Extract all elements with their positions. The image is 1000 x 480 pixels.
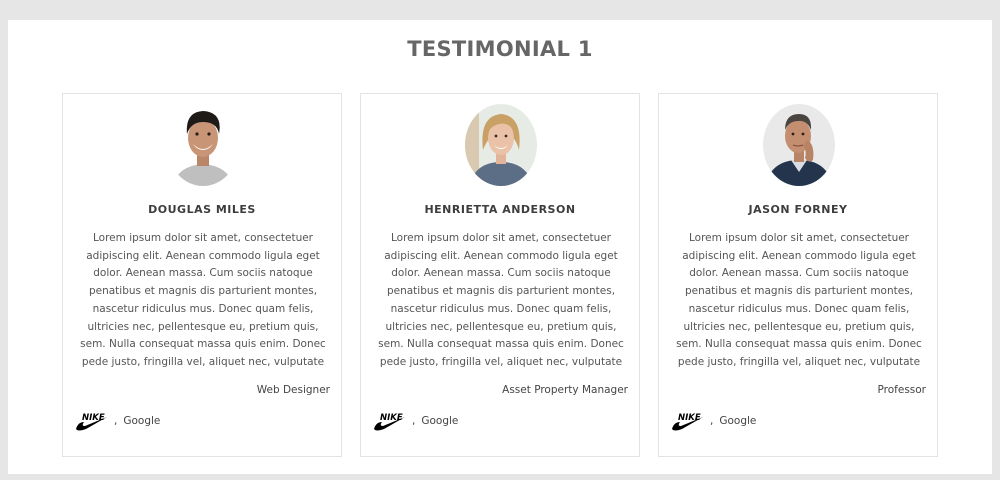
company-name: Google (123, 415, 161, 427)
testimonials-panel: TESTIMONIAL 1 DOUGLAS MILES Lorem ipsum … (8, 20, 992, 474)
testimonial-card-henrietta-anderson: HENRIETTA ANDERSON Lorem ipsum dolor sit… (360, 93, 640, 457)
avatar-photo-man-smiling (167, 104, 239, 186)
person-role: Asset Property Manager (502, 384, 628, 396)
person-name: JASON FORNEY (748, 203, 848, 216)
company-line: NIKE , Google (75, 411, 160, 431)
testimonial-card-jason-forney: JASON FORNEY Lorem ipsum dolor sit amet,… (658, 93, 938, 457)
company-name: Google (421, 415, 459, 427)
company-line: NIKE , Google (373, 411, 458, 431)
avatar-photo-woman-smiling (465, 104, 537, 186)
company-separator: , (114, 415, 118, 427)
nike-logo-icon: NIKE (672, 413, 703, 431)
avatar (763, 104, 835, 186)
testimonial-text: Lorem ipsum dolor sit amet, consectetuer… (378, 232, 624, 368)
testimonial-card-douglas-miles: DOUGLAS MILES Lorem ipsum dolor sit amet… (62, 93, 342, 457)
nike-logo-text: NIKE (380, 413, 403, 423)
section-title: TESTIMONIAL 1 (407, 37, 593, 61)
company-line: NIKE , Google (671, 411, 756, 431)
nike-logo-text: NIKE (82, 413, 105, 423)
person-name: HENRIETTA ANDERSON (424, 203, 576, 216)
avatar (167, 104, 239, 186)
nike-logo-icon: NIKE (374, 413, 405, 431)
person-role: Professor (877, 384, 927, 396)
avatar-photo-man-thinking (763, 104, 835, 186)
company-name: Google (719, 415, 757, 427)
testimonial-text: Lorem ipsum dolor sit amet, consectetuer… (80, 232, 326, 368)
testimonial-text: Lorem ipsum dolor sit amet, consectetuer… (676, 232, 922, 368)
person-role: Web Designer (256, 384, 330, 396)
nike-logo-icon: NIKE (76, 413, 107, 431)
nike-logo-text: NIKE (678, 413, 701, 423)
person-name: DOUGLAS MILES (148, 203, 256, 216)
company-separator: , (412, 415, 416, 427)
avatar (465, 104, 537, 186)
company-separator: , (710, 415, 714, 427)
